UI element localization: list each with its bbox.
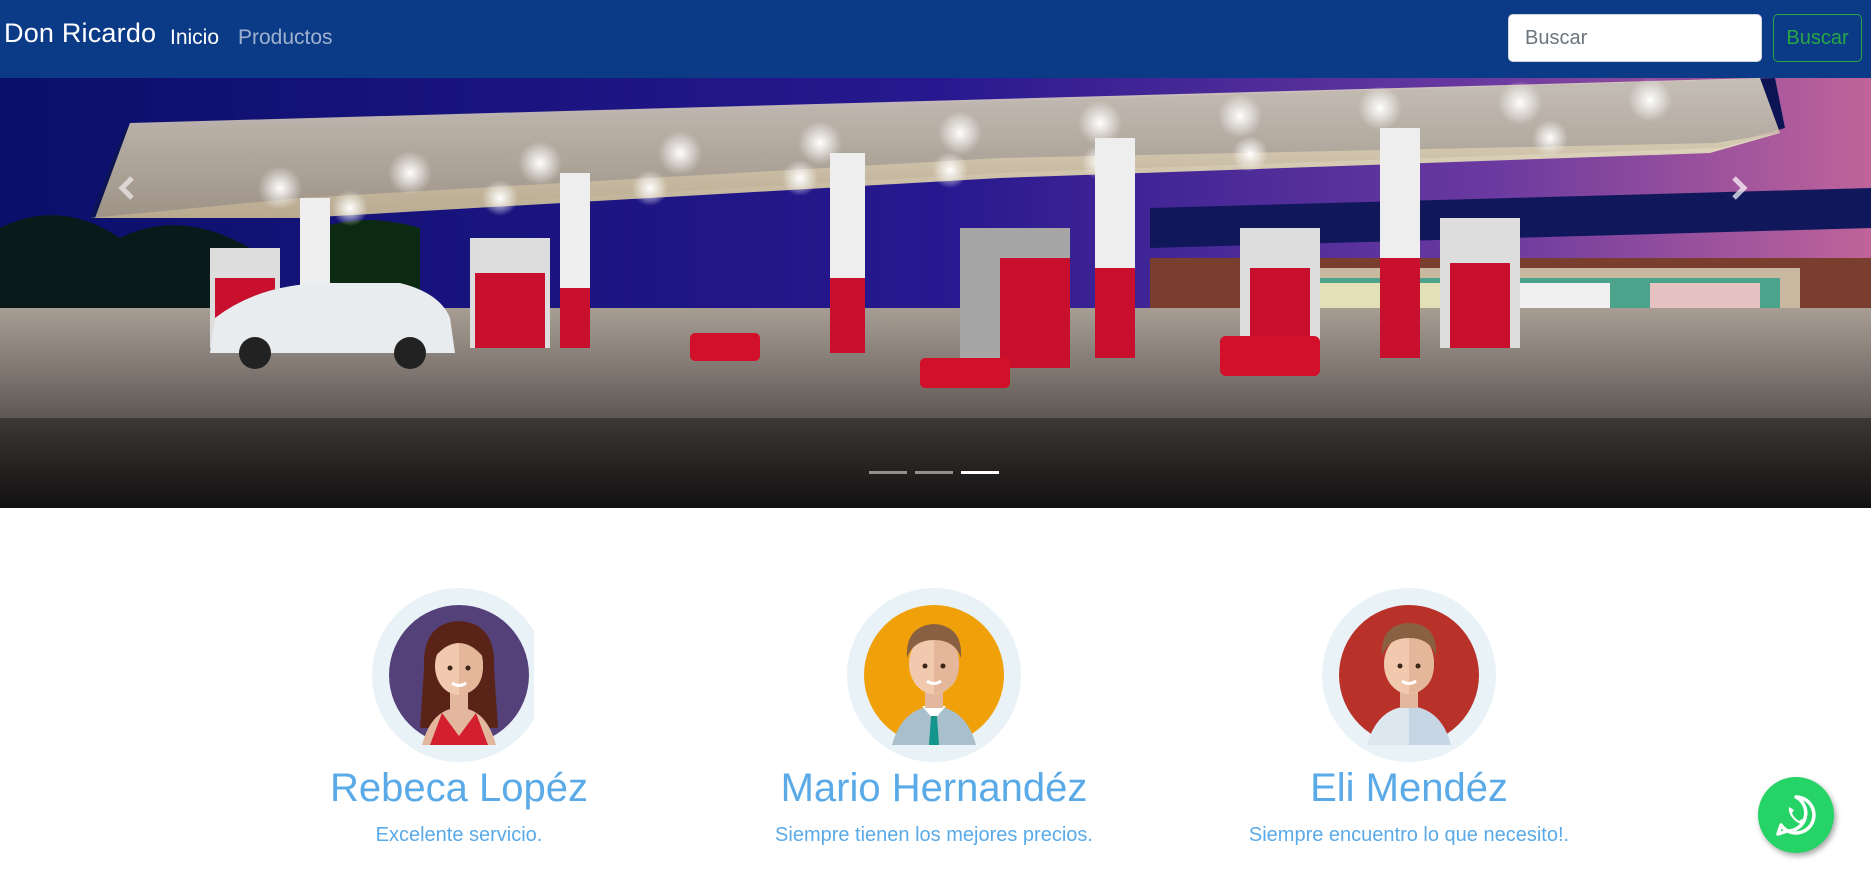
carousel-indicator-1[interactable]	[869, 471, 907, 474]
navbar: Don Ricardo Inicio Productos Buscar	[0, 0, 1871, 78]
testimonial-name: Rebeca Lopéz	[330, 766, 588, 810]
chevron-right-icon	[1732, 176, 1748, 200]
avatar	[847, 588, 1021, 762]
whatsapp-icon	[1776, 795, 1816, 836]
search-button[interactable]: Buscar	[1773, 14, 1862, 62]
search-input[interactable]	[1508, 14, 1762, 62]
avatar	[1322, 588, 1496, 762]
hero-carousel	[0, 78, 1871, 508]
chevron-left-icon	[118, 176, 134, 200]
testimonial-name: Mario Hernandéz	[780, 766, 1088, 810]
carousel-indicator-3[interactable]	[961, 471, 999, 474]
testimonial-quote: Siempre encuentro lo que necesito!.	[1248, 824, 1570, 846]
testimonial-card: Rebeca Lopéz Excelente servicio.	[219, 588, 699, 847]
testimonial-card: Mario Hernandéz Siempre tienen los mejor…	[694, 588, 1174, 847]
carousel-indicators	[869, 471, 999, 477]
avatar	[372, 588, 546, 762]
gas-station-image	[0, 78, 1871, 508]
testimonial-quote: Excelente servicio.	[375, 824, 543, 846]
nav-link-inicio[interactable]: Inicio	[170, 26, 219, 50]
whatsapp-button[interactable]	[1758, 777, 1834, 853]
carousel-prev-button[interactable]	[108, 168, 148, 208]
testimonial-card: Eli Mendéz Siempre encuentro lo que nece…	[1169, 588, 1649, 847]
brand-logo[interactable]: Don Ricardo	[4, 18, 156, 49]
carousel-indicator-2[interactable]	[915, 471, 953, 474]
testimonial-name: Eli Mendéz	[1310, 766, 1508, 810]
carousel-next-button[interactable]	[1720, 168, 1760, 208]
nav-link-productos[interactable]: Productos	[238, 26, 333, 50]
testimonial-quote: Siempre tienen los mejores precios.	[775, 824, 1093, 846]
